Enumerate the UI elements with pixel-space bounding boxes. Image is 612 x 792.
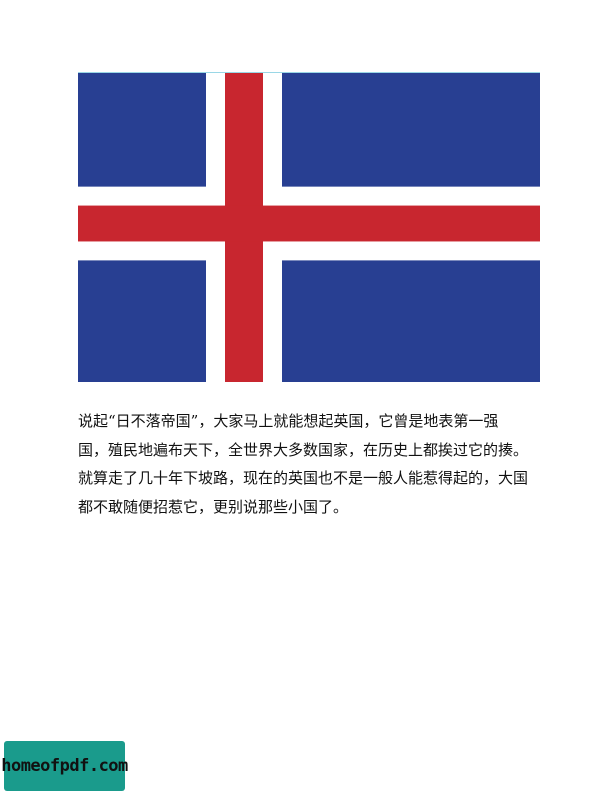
- flag-graphic: [78, 73, 540, 382]
- document-page: 说起“日不落帝国”，大家马上就能想起英国，它曾是地表第一强 国，殖民地遍布天下，…: [0, 0, 612, 792]
- flag-image: [78, 72, 540, 382]
- paragraph-line: 说起“日不落帝国”，大家马上就能想起英国，它曾是地表第一强: [78, 412, 499, 430]
- paragraph-line: 都不敢随便招惹它，更别说那些小国了。: [78, 497, 349, 516]
- watermark-text: homeofpdf.com: [1, 756, 128, 776]
- paragraph-line: 国，殖民地遍布天下，全世界大多数国家，在历史上都挨过它的揍。: [78, 440, 529, 459]
- paragraph-line: 就算走了几十年下坡路，现在的英国也不是一般人能惹得起的，大国: [78, 469, 529, 487]
- flag-red-cross-horizontal: [78, 205, 540, 242]
- body-paragraph: 说起“日不落帝国”，大家马上就能想起英国，它曾是地表第一强 国，殖民地遍布天下，…: [78, 407, 528, 521]
- watermark-badge: homeofpdf.com: [1, 741, 128, 791]
